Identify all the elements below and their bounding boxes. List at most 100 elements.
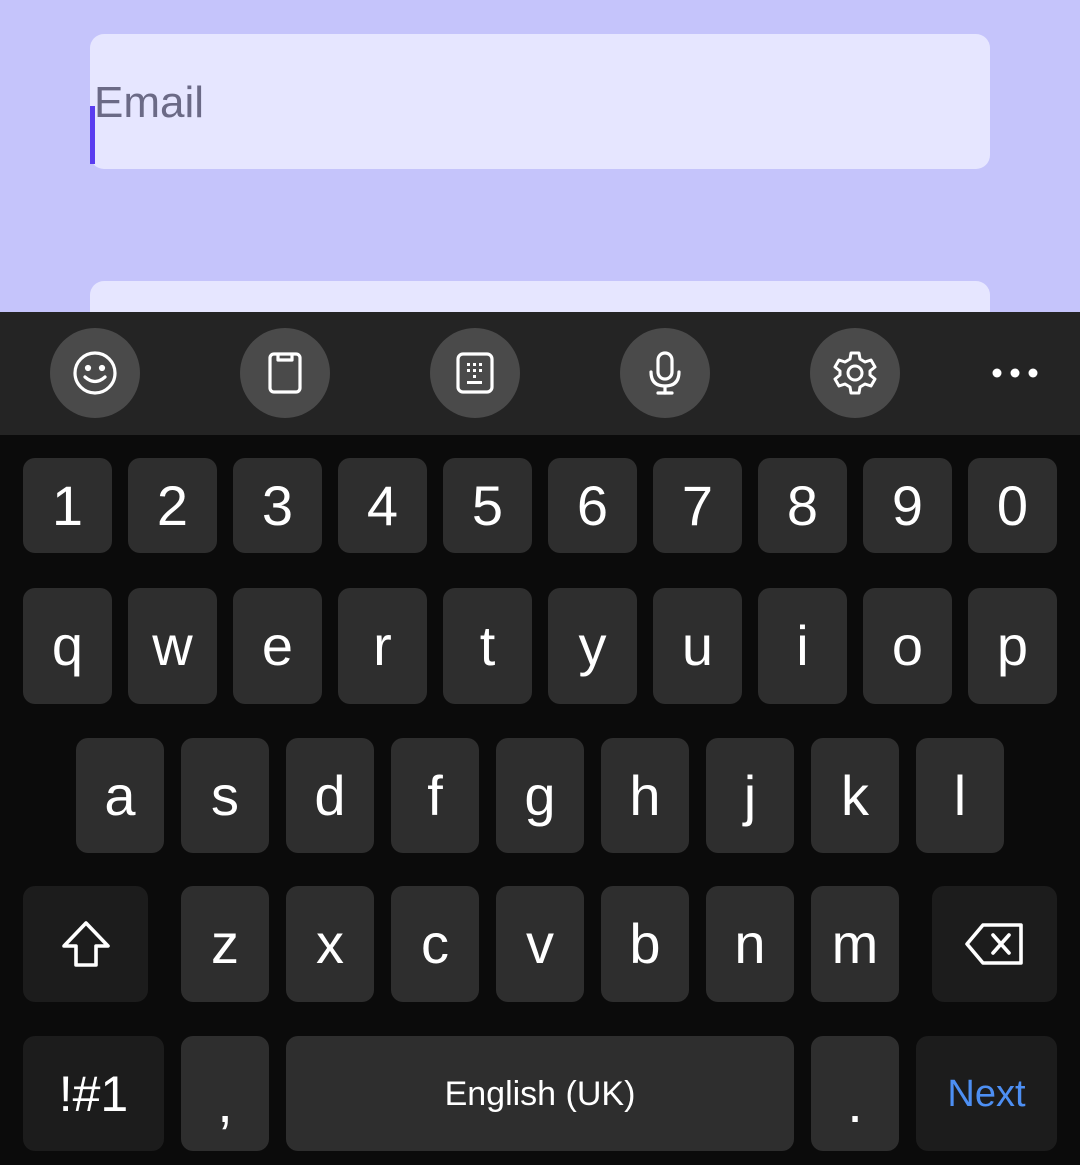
key-r[interactable]: r	[338, 588, 427, 704]
key-label: 9	[891, 473, 924, 537]
period-label: .	[847, 1070, 863, 1134]
key-3[interactable]: 3	[233, 458, 322, 553]
email-field[interactable]: Email	[90, 34, 990, 169]
key-label: 5	[471, 473, 504, 537]
period-key[interactable]: .	[811, 1036, 899, 1151]
shift-key[interactable]	[23, 886, 148, 1002]
key-label: t	[479, 614, 496, 677]
key-label: m	[831, 912, 879, 975]
next-label: Next	[947, 1072, 1026, 1115]
clipboard-button[interactable]	[240, 328, 330, 418]
comma-label: ,	[217, 1070, 233, 1134]
key-label: z	[211, 912, 239, 975]
symbols-label: !#1	[58, 1065, 129, 1122]
key-6[interactable]: 6	[548, 458, 637, 553]
key-b[interactable]: b	[601, 886, 689, 1002]
settings-button[interactable]	[810, 328, 900, 418]
email-placeholder: Email	[94, 78, 205, 127]
key-label: j	[743, 763, 757, 827]
voice-input-button[interactable]	[620, 328, 710, 418]
key-v[interactable]: v	[496, 886, 584, 1002]
key-label: 4	[366, 473, 399, 537]
key-label: 7	[681, 473, 714, 537]
more-icon	[992, 368, 1038, 378]
key-e[interactable]: e	[233, 588, 322, 704]
key-4[interactable]: 4	[338, 458, 427, 553]
key-c[interactable]: c	[391, 886, 479, 1002]
comma-key[interactable]: ,	[181, 1036, 269, 1151]
key-label: q	[51, 614, 84, 677]
key-y[interactable]: y	[548, 588, 637, 704]
emoji-icon	[73, 351, 117, 395]
key-label: y	[578, 614, 607, 677]
key-label: o	[891, 614, 924, 677]
key-label: a	[104, 763, 136, 827]
key-label: x	[316, 912, 344, 975]
key-label: 1	[51, 473, 84, 537]
key-label: p	[996, 614, 1029, 677]
key-l[interactable]: l	[916, 738, 1004, 853]
key-f[interactable]: f	[391, 738, 479, 853]
key-label: 2	[156, 473, 189, 537]
key-d[interactable]: d	[286, 738, 374, 853]
key-label: c	[421, 912, 449, 975]
key-o[interactable]: o	[863, 588, 952, 704]
key-label: w	[152, 614, 193, 677]
on-screen-keyboard: 1 2 3 4 5 6 7 8 9 0 q w e r t y u i o p …	[0, 312, 1080, 1165]
key-9[interactable]: 9	[863, 458, 952, 553]
key-g[interactable]: g	[496, 738, 584, 853]
key-label: b	[629, 912, 661, 975]
key-q[interactable]: q	[23, 588, 112, 704]
key-label: l	[953, 763, 967, 827]
key-label: 0	[996, 473, 1029, 537]
keyboard-toolbar	[0, 312, 1080, 435]
next-action-key[interactable]: Next	[916, 1036, 1057, 1151]
key-z[interactable]: z	[181, 886, 269, 1002]
key-7[interactable]: 7	[653, 458, 742, 553]
key-label: 3	[261, 473, 294, 537]
key-i[interactable]: i	[758, 588, 847, 704]
key-label: k	[841, 763, 869, 827]
key-k[interactable]: k	[811, 738, 899, 853]
backspace-icon	[964, 923, 1023, 965]
shift-icon	[61, 921, 110, 967]
emoji-button[interactable]	[50, 328, 140, 418]
key-label: e	[261, 614, 294, 677]
key-n[interactable]: n	[706, 886, 794, 1002]
backspace-key[interactable]	[932, 886, 1057, 1002]
key-x[interactable]: x	[286, 886, 374, 1002]
key-label: d	[314, 763, 346, 827]
key-j[interactable]: j	[706, 738, 794, 853]
key-label: 8	[786, 473, 819, 537]
key-a[interactable]: a	[76, 738, 164, 853]
key-t[interactable]: t	[443, 588, 532, 704]
more-options-button[interactable]	[970, 328, 1060, 418]
key-0[interactable]: 0	[968, 458, 1057, 553]
clipboard-icon	[268, 352, 302, 394]
key-label: i	[796, 614, 809, 677]
key-label: u	[681, 614, 714, 677]
key-u[interactable]: u	[653, 588, 742, 704]
key-5[interactable]: 5	[443, 458, 532, 553]
key-w[interactable]: w	[128, 588, 217, 704]
microphone-icon	[649, 351, 681, 395]
keypad-button[interactable]	[430, 328, 520, 418]
key-label: v	[526, 912, 554, 975]
key-h[interactable]: h	[601, 738, 689, 853]
key-p[interactable]: p	[968, 588, 1057, 704]
key-label: n	[734, 912, 766, 975]
key-label: 6	[576, 473, 609, 537]
settings-icon	[833, 351, 877, 395]
key-m[interactable]: m	[811, 886, 899, 1002]
key-8[interactable]: 8	[758, 458, 847, 553]
keypad-icon	[456, 352, 494, 394]
spacebar[interactable]: English (UK)	[286, 1036, 794, 1151]
key-label: f	[427, 763, 443, 827]
key-label: s	[211, 763, 239, 827]
key-2[interactable]: 2	[128, 458, 217, 553]
symbols-key[interactable]: !#1	[23, 1036, 164, 1151]
key-label: g	[524, 763, 556, 827]
key-1[interactable]: 1	[23, 458, 112, 553]
app-form-area: Email	[0, 0, 1080, 341]
key-s[interactable]: s	[181, 738, 269, 853]
